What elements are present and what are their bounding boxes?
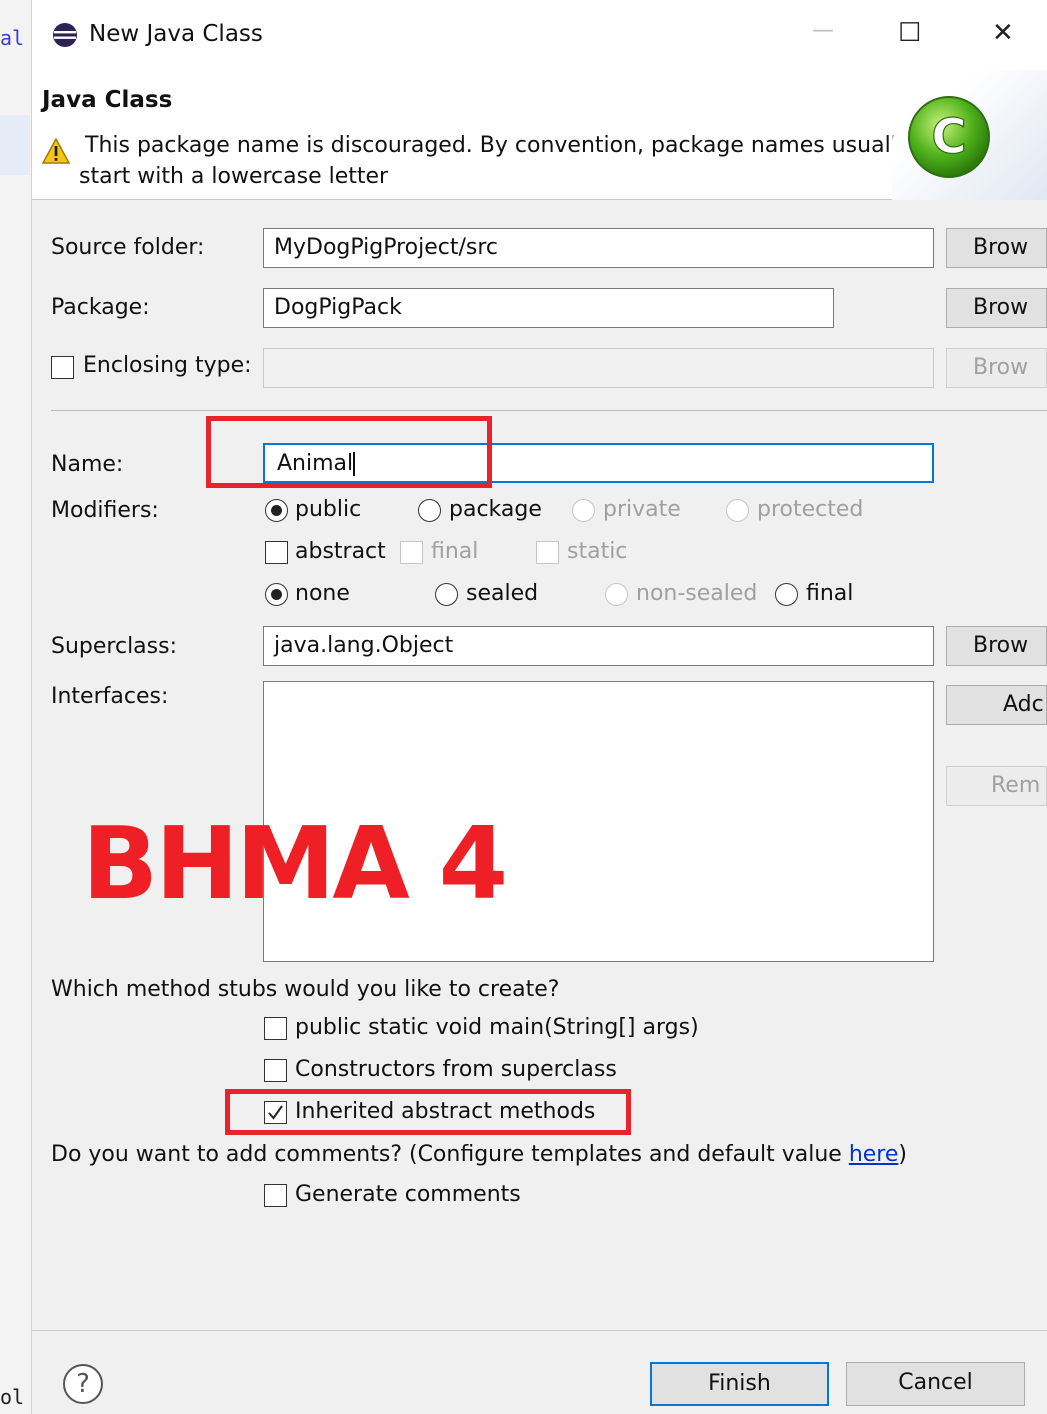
watermark-text: BHMA 4 bbox=[82, 805, 508, 922]
modifier-private-label: private bbox=[603, 497, 681, 522]
modifier-package-label: package bbox=[449, 497, 542, 522]
kind-none-label: none bbox=[295, 581, 350, 606]
generate-comments-checkbox[interactable] bbox=[264, 1184, 287, 1207]
superclass-input[interactable]: java.lang.Object bbox=[263, 626, 934, 666]
package-input[interactable]: DogPigPack bbox=[263, 288, 834, 328]
modifier-static-checkbox[interactable] bbox=[536, 541, 559, 564]
modifier-protected-label: protected bbox=[757, 497, 864, 522]
annotation-highlight-name bbox=[206, 416, 492, 488]
window-title: New Java Class bbox=[89, 21, 263, 47]
generate-comments-label: Generate comments bbox=[295, 1182, 521, 1207]
modifier-private-radio[interactable] bbox=[572, 499, 595, 522]
source-folder-input[interactable]: MyDogPigProject/src bbox=[263, 228, 934, 268]
kind-final-radio[interactable] bbox=[775, 583, 798, 606]
new-class-c-icon: C bbox=[906, 94, 992, 186]
comments-question-prefix: Do you want to add comments? (Configure … bbox=[51, 1142, 849, 1167]
minimize-button[interactable]: — bbox=[812, 18, 834, 43]
background-highlight bbox=[0, 115, 30, 175]
comments-question: Do you want to add comments? (Configure … bbox=[51, 1142, 907, 1167]
separator bbox=[51, 410, 1047, 411]
help-icon[interactable]: ? bbox=[63, 1364, 103, 1404]
modifier-public-radio[interactable] bbox=[265, 499, 288, 522]
enclosing-type-checkbox[interactable] bbox=[51, 356, 74, 379]
enclosing-type-browse-button[interactable]: Brow bbox=[946, 348, 1047, 388]
stubs-question: Which method stubs would you like to cre… bbox=[51, 977, 560, 1002]
warning-message-line1: This package name is discouraged. By con… bbox=[85, 133, 910, 158]
cancel-button[interactable]: Cancel bbox=[846, 1362, 1025, 1406]
modifier-final-label: final bbox=[431, 539, 479, 564]
annotation-highlight-inherited bbox=[225, 1089, 631, 1135]
banner-letter: C bbox=[931, 109, 966, 165]
enclosing-type-label: Enclosing type: bbox=[83, 353, 252, 378]
stub-constructors-label: Constructors from superclass bbox=[295, 1057, 617, 1082]
eclipse-icon bbox=[52, 22, 78, 54]
warning-message-line2: start with a lowercase letter bbox=[79, 164, 389, 189]
wizard-header: Java Class This package name is discoura… bbox=[32, 70, 1047, 200]
kind-none-radio[interactable] bbox=[265, 583, 288, 606]
kind-final-label: final bbox=[806, 581, 854, 606]
package-browse-button[interactable]: Brow bbox=[946, 288, 1047, 328]
modifier-final-checkbox[interactable] bbox=[400, 541, 423, 564]
interfaces-label: Interfaces: bbox=[51, 684, 169, 709]
superclass-label: Superclass: bbox=[51, 634, 177, 659]
modifier-public-label: public bbox=[295, 497, 362, 522]
modifier-protected-radio[interactable] bbox=[726, 499, 749, 522]
interfaces-add-button[interactable]: Adc bbox=[946, 685, 1047, 725]
modifier-abstract-checkbox[interactable] bbox=[265, 541, 288, 564]
name-label: Name: bbox=[51, 452, 124, 477]
enclosing-type-input[interactable] bbox=[263, 348, 934, 388]
kind-non-sealed-radio[interactable] bbox=[605, 583, 628, 606]
stub-main-checkbox[interactable] bbox=[264, 1017, 287, 1040]
superclass-browse-button[interactable]: Brow bbox=[946, 626, 1047, 666]
stub-main-label: public static void main(String[] args) bbox=[295, 1015, 699, 1040]
interfaces-remove-button[interactable]: Rem bbox=[946, 766, 1047, 806]
modifier-package-radio[interactable] bbox=[418, 499, 441, 522]
stub-constructors-checkbox[interactable] bbox=[264, 1059, 287, 1082]
configure-templates-link[interactable]: here bbox=[849, 1142, 899, 1167]
close-button[interactable]: ✕ bbox=[992, 18, 1014, 48]
warning-triangle-icon bbox=[41, 137, 71, 170]
new-java-class-dialog: New Java Class — ☐ ✕ Java Class This pac… bbox=[32, 0, 1047, 1414]
background-code-text: al bbox=[0, 26, 25, 50]
source-folder-browse-button[interactable]: Brow bbox=[946, 228, 1047, 268]
package-label: Package: bbox=[51, 295, 150, 320]
page-title: Java Class bbox=[42, 87, 173, 113]
background-code-text-bottom: ol bbox=[0, 1385, 25, 1409]
source-folder-label: Source folder: bbox=[51, 235, 205, 260]
modifier-abstract-label: abstract bbox=[295, 539, 386, 564]
kind-sealed-label: sealed bbox=[466, 581, 539, 606]
title-bar[interactable]: New Java Class — ☐ ✕ bbox=[32, 0, 1047, 70]
background-editor-strip: al ol bbox=[0, 0, 32, 1414]
maximize-button[interactable]: ☐ bbox=[898, 18, 921, 48]
kind-sealed-radio[interactable] bbox=[435, 583, 458, 606]
finish-button[interactable]: Finish bbox=[650, 1362, 829, 1406]
modifier-static-label: static bbox=[567, 539, 628, 564]
comments-question-suffix: ) bbox=[898, 1142, 907, 1167]
modifiers-label: Modifiers: bbox=[51, 498, 159, 523]
kind-non-sealed-label: non-sealed bbox=[636, 581, 758, 606]
